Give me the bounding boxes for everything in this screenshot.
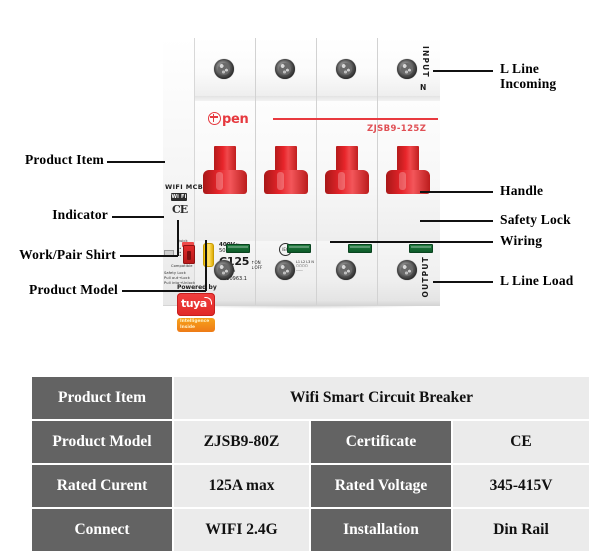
- spec-key: Product Item: [32, 377, 172, 419]
- handle-stem: [336, 146, 358, 173]
- spec-value: 125A max: [174, 465, 309, 507]
- handle-stem: [275, 146, 297, 173]
- leader-line: [420, 191, 493, 193]
- ce-mark-icon: CE: [172, 203, 188, 216]
- input-terminal-screw: [397, 59, 417, 79]
- input-terminal-screw: [275, 59, 295, 79]
- leader-line: [112, 216, 164, 218]
- pole-separator: [377, 38, 378, 305]
- spec-key: Connect: [32, 509, 172, 551]
- leader-line: [420, 220, 493, 222]
- handle-grip: [264, 170, 308, 194]
- spec-value: 345-415V: [453, 465, 590, 507]
- tuya-signal-icon: [204, 297, 212, 305]
- input-label: INPUT: [421, 46, 430, 78]
- on-off-indicator-icon: ↑ON ↓OFF: [251, 260, 263, 270]
- spec-key: Rated Voltage: [311, 465, 451, 507]
- output-terminal-screw: [275, 260, 295, 280]
- breaker-handle[interactable]: [203, 146, 247, 194]
- callout-wiring: Wiring: [500, 233, 543, 248]
- spec-value: Wifi Smart Circuit Breaker: [174, 377, 590, 419]
- face-accent-line: [273, 118, 438, 120]
- tuya-inside-badge: Intelligence Inside: [177, 318, 215, 332]
- tuya-badge-text: Intelligence Inside: [180, 319, 210, 330]
- safety-lock-window: [348, 244, 372, 253]
- input-terminal-screw: [214, 59, 234, 79]
- brand-logo: pen: [208, 110, 249, 127]
- safety-lock-window: [287, 244, 311, 253]
- leader-line: [120, 255, 178, 257]
- indicator-dots-icon: • • •: [179, 246, 182, 258]
- table-row: Product Model ZJSB9-80Z Certificate CE: [32, 421, 590, 463]
- callout-product-item: Product Item: [24, 152, 104, 167]
- safety-lock-window: [409, 244, 433, 253]
- callout-handle: Handle: [500, 183, 544, 198]
- handle-highlight: [338, 172, 345, 190]
- handle-grip: [325, 170, 369, 194]
- wifi-badge-icon: Wi Fi: [171, 193, 187, 201]
- neutral-label: N: [420, 83, 427, 92]
- callout-l-line-incoming: L Line Incoming: [500, 61, 557, 91]
- callout-safety-lock: Safety Lock: [500, 212, 571, 227]
- wiring-diagram-icon: L1 L2 L3 N ⎔⎔⎔⎔ ⎯⎯⎯⎯: [296, 260, 314, 272]
- input-terminal-screw: [336, 59, 356, 79]
- wiring-legend: L1 L2 L3 N: [296, 260, 314, 264]
- callout-product-model: Product Model: [29, 282, 118, 297]
- callout-l-line-load: L Line Load: [500, 273, 574, 288]
- off-label: OFF: [254, 265, 263, 270]
- breaker-handle[interactable]: [264, 146, 308, 194]
- model-print: ZJSB9-125Z: [367, 124, 427, 134]
- leader-line: [433, 281, 493, 283]
- leader-line: [107, 161, 165, 163]
- leader-line-vertical: [205, 240, 207, 291]
- leader-line: [433, 70, 493, 72]
- tuya-wordmark: tuya: [181, 297, 207, 310]
- handle-stem: [214, 146, 236, 173]
- indicator-light[interactable]: [183, 245, 195, 264]
- leader-line: [122, 290, 206, 292]
- handle-highlight: [216, 172, 223, 190]
- output-label: OUTPUT: [421, 256, 430, 298]
- open-brand-mark-icon: [208, 112, 221, 125]
- breaker-handle[interactable]: [325, 146, 369, 194]
- callout-indicator: Indicator: [52, 207, 108, 222]
- output-terminal-screw: [336, 260, 356, 280]
- spec-value: WIFI 2.4G: [174, 509, 309, 551]
- spec-table: Product Item Wifi Smart Circuit Breaker …: [30, 375, 591, 553]
- handle-highlight: [399, 172, 406, 190]
- safety-lock-note: Safety Lock: [164, 271, 186, 275]
- table-row: Rated Curent 125A max Rated Voltage 345-…: [32, 465, 590, 507]
- brand-name: pen: [222, 112, 249, 127]
- handle-grip: [203, 170, 247, 194]
- pull-out-note: Pull out→Lock: [164, 276, 190, 280]
- spec-key: Installation: [311, 509, 451, 551]
- handle-highlight: [277, 172, 284, 190]
- output-terminal-screw: [214, 260, 234, 280]
- handle-stem: [397, 146, 419, 173]
- spec-key: Certificate: [311, 421, 451, 463]
- compatible-label: Compatible: [171, 264, 193, 268]
- pole-separator: [316, 38, 317, 305]
- table-row: Product Item Wifi Smart Circuit Breaker: [32, 377, 590, 419]
- spec-value: ZJSB9-80Z: [174, 421, 309, 463]
- breaker-handle[interactable]: [386, 146, 430, 194]
- output-terminal-screw: [397, 260, 417, 280]
- spec-key: Rated Curent: [32, 465, 172, 507]
- spec-value: CE: [453, 421, 590, 463]
- leader-line-vertical: [177, 220, 179, 256]
- tuya-logo: tuya: [177, 293, 215, 316]
- safety-lock-window: [226, 244, 250, 253]
- spec-key: Product Model: [32, 421, 172, 463]
- leader-line: [330, 241, 493, 243]
- callout-work-pair-shirt: Work/Pair Shirt: [19, 247, 116, 262]
- spec-value: Din Rail: [453, 509, 590, 551]
- wifi-mcb-label: WIFI MCB: [165, 183, 204, 191]
- table-row: Connect WIFI 2.4G Installation Din Rail: [32, 509, 590, 551]
